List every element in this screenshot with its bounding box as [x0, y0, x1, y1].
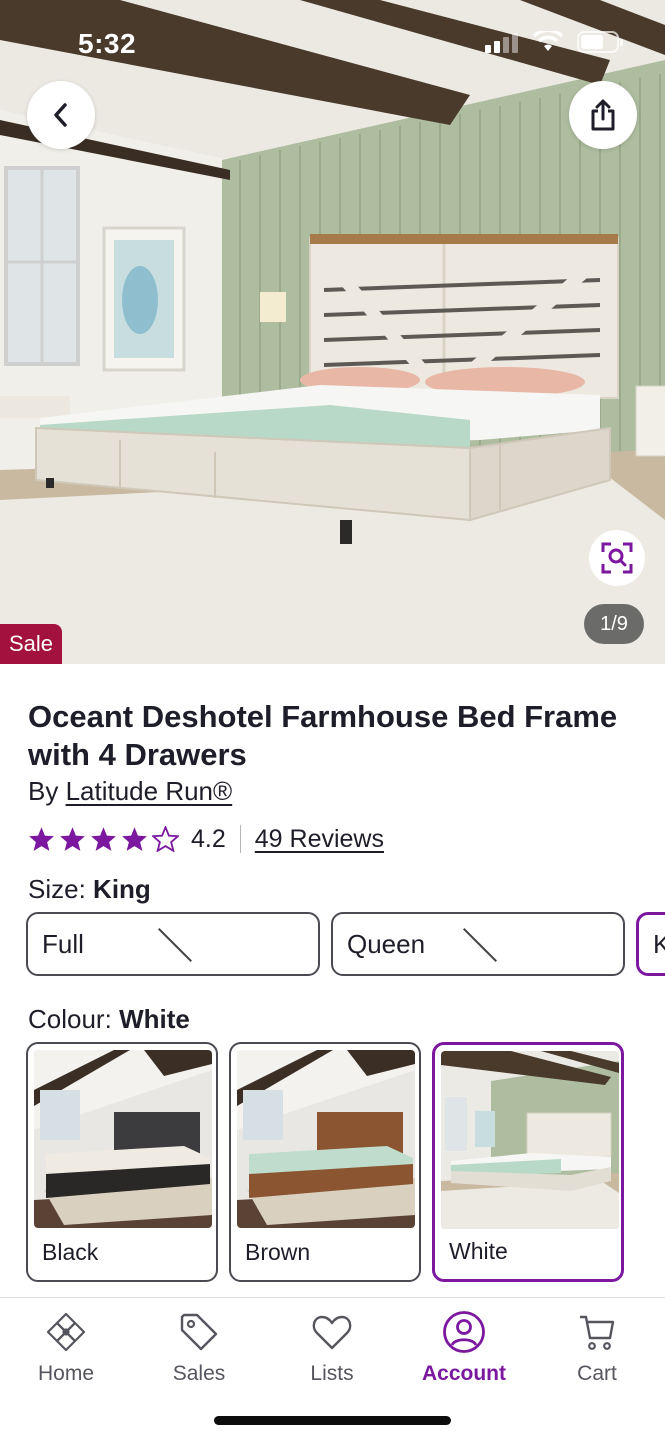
colour-options: Black Brown White: [26, 1042, 665, 1284]
size-label-text: Size:: [28, 874, 86, 904]
colour-option-black[interactable]: Black: [26, 1042, 218, 1282]
nav-label: Sales: [172, 1362, 226, 1385]
colour-option-label: Brown: [245, 1239, 311, 1265]
chevron-left-icon: [54, 103, 67, 127]
size-option-king[interactable]: K: [636, 912, 665, 976]
unavailable-slash-icon: [158, 928, 192, 962]
share-icon: [591, 99, 615, 131]
battery-icon: [577, 31, 623, 53]
home-indicator: [214, 1416, 451, 1425]
by-prefix: By: [28, 776, 59, 806]
nav-label: Home: [37, 1362, 95, 1385]
nav-lists[interactable]: Lists: [272, 1310, 392, 1386]
account-icon: [443, 1311, 485, 1353]
nav-label: Account: [422, 1362, 506, 1385]
nav-label: Cart: [577, 1362, 617, 1385]
back-button[interactable]: [27, 81, 95, 149]
colour-option-label: Black: [42, 1239, 99, 1265]
size-options: Full Queen K: [26, 912, 665, 978]
star-empty-icon: [152, 826, 179, 852]
share-button[interactable]: [569, 81, 637, 149]
nav-cart[interactable]: Cart: [537, 1310, 657, 1386]
swatch-image-brown: [237, 1050, 415, 1228]
brand-link[interactable]: Latitude Run®: [66, 776, 233, 806]
product-image-carousel[interactable]: 5:32 1/9 Sale: [0, 0, 665, 664]
colour-label: Colour: White: [28, 1004, 190, 1035]
star-full-icon: [29, 827, 54, 851]
size-label: Size: King: [28, 874, 151, 905]
heart-icon: [312, 1315, 352, 1350]
product-title: Oceant Deshotel Farmhouse Bed Frame with…: [28, 699, 618, 772]
rating-value: 4.2: [191, 824, 226, 853]
colour-label-text: Colour:: [28, 1004, 112, 1034]
nav-home[interactable]: Home: [6, 1310, 126, 1386]
product-photo: [0, 0, 665, 664]
reviews-link[interactable]: 49 Reviews: [255, 825, 384, 854]
tag-icon: [180, 1313, 218, 1351]
star-rating: [28, 826, 179, 852]
star-full-icon: [91, 827, 116, 851]
divider: [239, 825, 241, 853]
colour-option-white[interactable]: White: [432, 1042, 624, 1282]
rating-row: 4.2 49 Reviews: [28, 822, 384, 856]
star-full-icon: [122, 827, 147, 851]
size-option-queen[interactable]: Queen: [331, 912, 625, 976]
colour-option-label: White: [449, 1238, 508, 1264]
colour-selected-value: White: [119, 1004, 190, 1034]
status-icons: [485, 30, 625, 54]
unavailable-slash-icon: [463, 928, 497, 962]
size-option-label: Queen: [347, 928, 426, 959]
size-option-label: K: [653, 928, 665, 959]
visual-search-button[interactable]: [589, 530, 645, 586]
home-icon: [46, 1312, 86, 1352]
byline: By Latitude Run®: [28, 776, 232, 807]
swatch-image-black: [34, 1050, 212, 1228]
nav-sales[interactable]: Sales: [139, 1310, 259, 1386]
cart-icon: [580, 1315, 615, 1350]
star-full-icon: [60, 827, 85, 851]
signal-icon: [485, 33, 518, 53]
wifi-icon: [533, 31, 563, 51]
nav-label: Lists: [310, 1362, 354, 1385]
nav-account[interactable]: Account: [404, 1310, 524, 1386]
visual-search-icon: [601, 542, 633, 574]
sale-badge: Sale: [0, 624, 62, 664]
status-time: 5:32: [78, 28, 137, 59]
size-option-label: Full: [42, 928, 84, 959]
swatch-image-white: [441, 1051, 619, 1229]
size-option-full[interactable]: Full: [26, 912, 320, 976]
colour-option-brown[interactable]: Brown: [229, 1042, 421, 1282]
image-counter: 1/9: [584, 604, 644, 644]
size-selected-value: King: [93, 874, 151, 904]
